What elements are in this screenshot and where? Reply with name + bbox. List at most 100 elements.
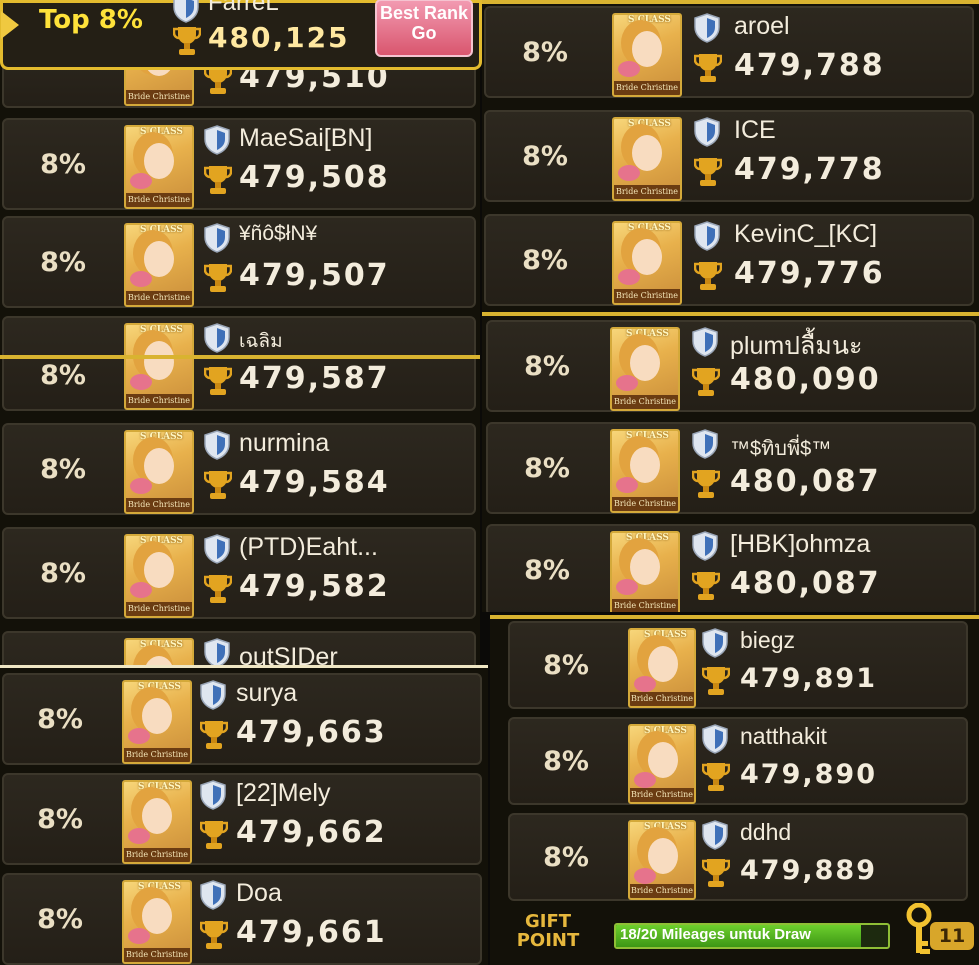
- score-value: 480,090: [730, 362, 881, 397]
- character-portrait: [630, 447, 660, 483]
- panel-divider: [0, 355, 480, 359]
- ranking-row[interactable]: S CLASS outSIDer: [2, 631, 476, 665]
- rank-percent: 8%: [40, 148, 86, 180]
- flower-decoration: [618, 61, 640, 77]
- arrow-right-icon: [1, 11, 19, 39]
- character-portrait: [630, 549, 660, 585]
- card-class-label: S CLASS: [140, 536, 183, 546]
- rank-percent: 8%: [543, 841, 589, 873]
- shield-icon: [204, 125, 230, 155]
- card-class-label: S CLASS: [644, 726, 687, 736]
- ranking-row[interactable]: 8% S CLASS Bride Christine ¥ñô$łN¥ 479,5…: [2, 216, 476, 308]
- my-score: 480,125: [208, 21, 350, 54]
- character-card: S CLASS Bride Christine: [612, 13, 682, 97]
- score-value: 479,663: [236, 715, 387, 750]
- card-class-label: S CLASS: [644, 822, 687, 832]
- card-class-label: S CLASS: [628, 119, 671, 129]
- card-caption: Bride Christine: [612, 395, 678, 409]
- ranking-row[interactable]: 8% S CLASS Bride Christine aroel 479,788: [484, 6, 974, 98]
- card-class-label: S CLASS: [626, 431, 669, 441]
- player-name: [22]Mely: [236, 779, 331, 807]
- player-name: surya: [236, 679, 298, 707]
- ranking-row[interactable]: 8% S CLASS Bride Christine biegz 479,891: [508, 621, 968, 709]
- best-rank-button[interactable]: Best Rank Go: [375, 0, 473, 57]
- player-name: MaeSai[BN]: [239, 124, 373, 152]
- card-class-label: S CLASS: [628, 15, 671, 25]
- character-portrait: [144, 241, 174, 277]
- trophy-icon: [702, 859, 730, 887]
- card-class-label: S CLASS: [628, 223, 671, 233]
- ranking-row[interactable]: 8% S CLASS Bride Christine nurmina 479,5…: [2, 423, 476, 515]
- player-name: nurmina: [239, 429, 330, 457]
- trophy-icon: [694, 262, 722, 290]
- ranking-row[interactable]: 8% S CLASS Bride Christine natthakit 479…: [508, 717, 968, 805]
- score-value: 480,087: [730, 566, 881, 601]
- ranking-row[interactable]: 8% S CLASS Bride Christine KevinC_[KC] 4…: [484, 214, 974, 306]
- ranking-row[interactable]: 8% S CLASS Bride Christine Doa 479,661: [2, 873, 482, 965]
- flower-decoration: [634, 676, 656, 692]
- ranking-row[interactable]: 8% S CLASS Bride Christine plumปลื้มนะ 4…: [486, 320, 976, 412]
- player-name: (PTD)Eaht...: [239, 533, 378, 561]
- ranking-row[interactable]: 8% S CLASS Bride Christine MaeSai[BN] 47…: [2, 118, 476, 210]
- rank-percent: 8%: [543, 745, 589, 777]
- character-portrait: [144, 552, 174, 588]
- rank-percent: 8%: [40, 246, 86, 278]
- score-value: 479,661: [236, 915, 387, 950]
- panel-divider: [482, 312, 979, 316]
- ranking-row[interactable]: 8% S CLASS Bride Christine ICE 479,778: [484, 110, 974, 202]
- shield-icon: [692, 531, 718, 561]
- shield-icon: [204, 430, 230, 460]
- ranking-row[interactable]: 8% S CLASS Bride Christine [HBK]ohmza 48…: [486, 524, 976, 612]
- character-card: S CLASS Bride Christine: [122, 880, 192, 964]
- character-portrait: [632, 239, 662, 275]
- character-portrait: [144, 143, 174, 179]
- card-caption: Bride Christine: [124, 948, 190, 962]
- rank-percent: 8%: [524, 350, 570, 382]
- ranking-row[interactable]: 8% S CLASS Bride Christine [22]Mely 479,…: [2, 773, 482, 865]
- card-caption: Bride Christine: [126, 394, 192, 408]
- player-name: Doa: [236, 879, 282, 907]
- ranking-row[interactable]: 8% S CLASS Bride Christine (PTD)Eaht... …: [2, 527, 476, 619]
- shield-icon: [692, 429, 718, 459]
- rank-percent: 8%: [522, 36, 568, 68]
- card-class-label: S CLASS: [138, 782, 181, 792]
- rank-percent: 8%: [524, 554, 570, 586]
- gift-label: GIFT: [524, 911, 572, 932]
- flower-decoration: [616, 477, 638, 493]
- card-class-label: S CLASS: [644, 630, 687, 640]
- character-card: Bride Christine: [124, 355, 194, 410]
- score-value: 479,584: [239, 465, 390, 500]
- panel-divider: [482, 0, 979, 4]
- player-name: KevinC_[KC]: [734, 220, 878, 248]
- card-class-label: S CLASS: [626, 329, 669, 339]
- shield-icon: [173, 0, 199, 23]
- flower-decoration: [616, 579, 638, 595]
- right-panel-a: 8% S CLASS Bride Christine aroel 479,788…: [482, 0, 979, 312]
- player-name: [HBK]ohmza: [730, 530, 871, 558]
- my-rank-header: Top 8% FarreL 480,125 Best Rank Go: [0, 0, 482, 70]
- mileage-progress-bar: 18/20 Mileages untuk Draw: [614, 923, 890, 949]
- character-portrait: [648, 646, 678, 682]
- rank-percent: 8%: [522, 244, 568, 276]
- card-caption: Bride Christine: [630, 788, 694, 802]
- ranking-row[interactable]: 8% S CLASS Bride Christine ddhd 479,889: [508, 813, 968, 901]
- character-card: S CLASS Bride Christine: [124, 430, 194, 514]
- trophy-icon: [692, 368, 720, 396]
- best-rank-label: Best Rank: [379, 3, 469, 23]
- flower-decoration: [130, 173, 152, 189]
- ranking-row[interactable]: 8% S CLASS Bride Christine surya 479,663: [2, 673, 482, 765]
- gift-point-button[interactable]: GIFT POINT: [508, 912, 588, 950]
- score-value: 479,778: [734, 152, 885, 187]
- ranking-row[interactable]: 8% Bride Christine 479,587: [2, 355, 476, 411]
- trophy-icon: [702, 667, 730, 695]
- player-name: outSIDer: [239, 643, 338, 665]
- ranking-row[interactable]: 8% S CLASS Bride Christine ™$ทิบพี่$™ 48…: [486, 422, 976, 514]
- score-value: 479,889: [740, 855, 877, 886]
- flower-decoration: [618, 165, 640, 181]
- card-caption: Bride Christine: [126, 498, 192, 512]
- ranking-row[interactable]: S CLASS เฉลิม: [2, 316, 476, 355]
- shield-icon: [694, 117, 720, 147]
- mileage-text: 18/20 Mileages untuk Draw: [620, 926, 811, 943]
- rank-percent: 8%: [40, 453, 86, 485]
- card-caption: Bride Christine: [126, 193, 192, 207]
